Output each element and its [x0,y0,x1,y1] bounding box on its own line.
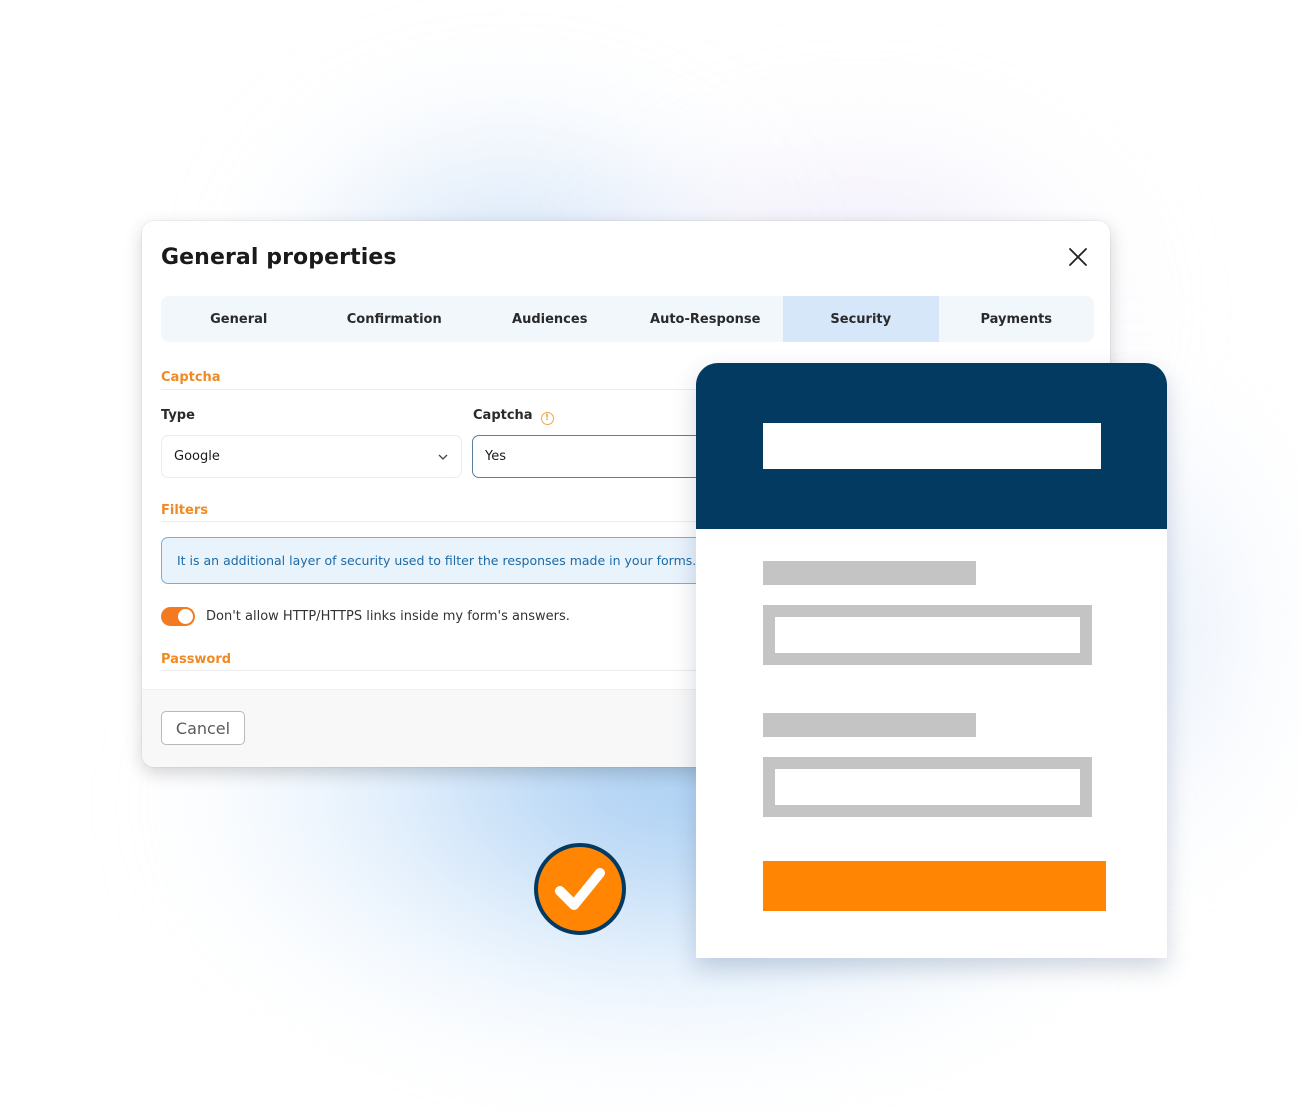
toggle-knob [178,609,193,624]
tab-auto-response[interactable]: Auto-Response [628,296,784,342]
cancel-button[interactable]: Cancel [161,711,245,745]
form-mockup-label-bar [763,713,976,737]
form-mockup-input-inner [775,769,1080,805]
tab-security[interactable]: Security [783,296,939,342]
captcha-input-value: Yes [485,449,506,464]
tab-payments[interactable]: Payments [939,296,1095,342]
close-icon [1069,248,1087,266]
form-mockup-title-bar [763,423,1101,469]
type-select-value: Google [174,449,220,464]
form-mockup-submit-button [763,861,1106,911]
info-icon[interactable]: ! [540,412,554,425]
success-badge [534,843,626,935]
filters-section-heading: Filters [161,503,208,518]
tab-confirmation[interactable]: Confirmation [317,296,473,342]
captcha-section-heading: Captcha [161,370,221,385]
block-links-toggle-label: Don't allow HTTP/HTTPS links inside my f… [206,609,570,624]
chevron-down-icon [438,454,448,460]
tab-audiences[interactable]: Audiences [472,296,628,342]
form-mockup-input [763,757,1092,817]
captcha-label-text: Captcha [473,408,533,423]
password-section-heading: Password [161,652,232,667]
checkmark-icon [555,868,605,910]
type-label: Type [161,408,195,423]
tab-bar: General Confirmation Audiences Auto-Resp… [161,296,1094,342]
divider [161,389,721,390]
filters-info-box: It is an additional layer of security us… [161,537,721,584]
divider [161,670,721,671]
block-links-toggle[interactable] [161,607,195,626]
dialog-title: General properties [161,245,397,270]
form-mockup-label-bar [763,561,976,585]
form-mockup-input [763,605,1092,665]
form-mockup [696,363,1167,958]
form-mockup-header [696,363,1167,529]
close-button[interactable] [1066,245,1090,269]
tab-general[interactable]: General [161,296,317,342]
type-select[interactable]: Google [161,435,462,478]
form-mockup-input-inner [775,617,1080,653]
captcha-input[interactable]: Yes [472,435,732,478]
divider [161,521,721,522]
captcha-label: Captcha! [473,408,554,425]
